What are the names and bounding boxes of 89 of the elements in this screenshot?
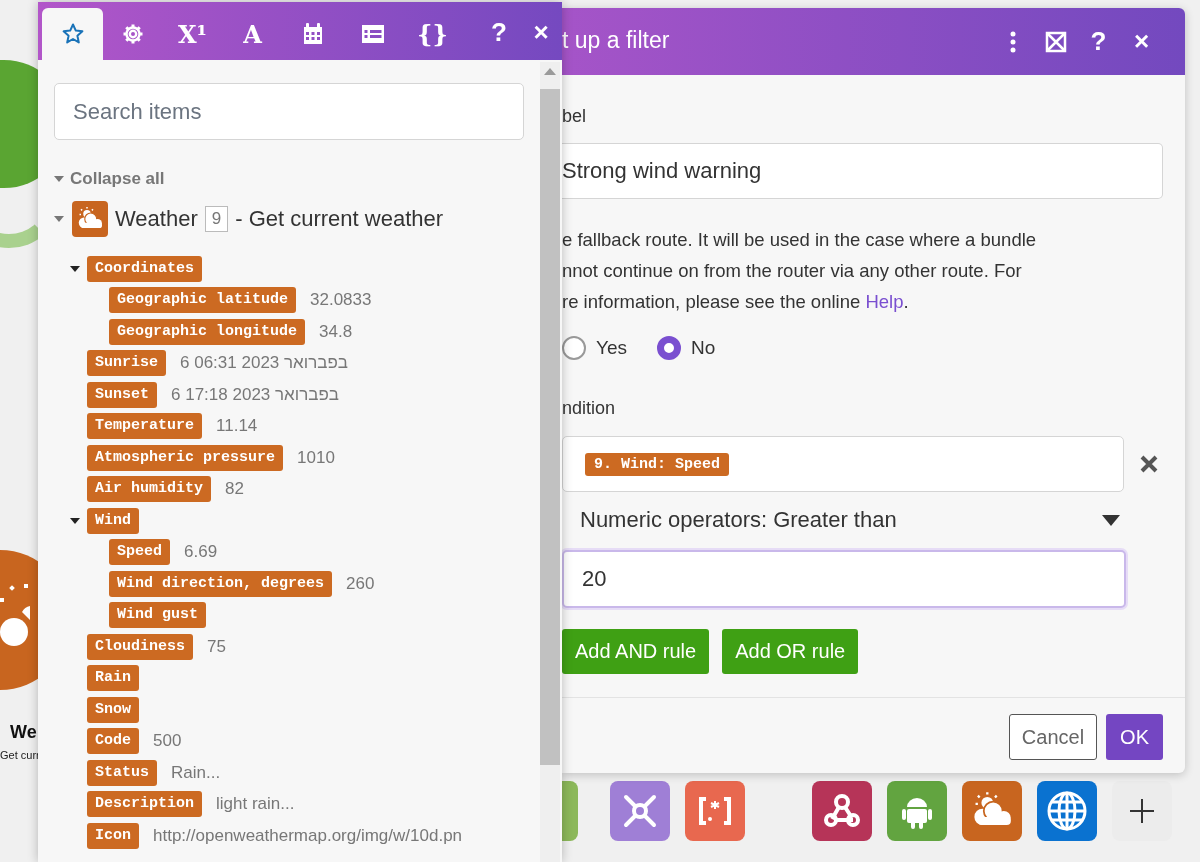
expand-icon — [1044, 30, 1067, 53]
expand-arrow-icon[interactable] — [70, 265, 80, 272]
field-tag[interactable]: Speed — [109, 539, 170, 566]
field-value: 260 — [346, 573, 375, 594]
field-value: 82 — [225, 479, 244, 500]
module-number: 9 — [204, 206, 229, 232]
field-tag[interactable]: Geographic longitude — [109, 318, 306, 345]
field-tag[interactable]: 9. Wind: Speed — [585, 452, 730, 476]
field-label: bel — [562, 106, 588, 128]
android-tile[interactable] — [887, 781, 947, 841]
field-tag[interactable]: Geographic latitude — [109, 287, 297, 314]
label-field[interactable]: Strong wind warning — [562, 143, 1163, 199]
add-tile[interactable] — [1112, 781, 1172, 841]
tab[interactable] — [42, 8, 103, 60]
field-value: light rain... — [216, 794, 295, 815]
plus-icon — [1129, 798, 1155, 824]
field-tag[interactable]: Sunrise — [87, 350, 166, 377]
close-button[interactable]: × — [520, 17, 562, 48]
add-rule-button[interactable]: Add OR rule — [722, 629, 859, 674]
field-tag[interactable]: Sunset — [87, 381, 157, 408]
field-tag[interactable]: Status — [87, 759, 157, 786]
field-value: 6 בפברואר 2023 06:31 — [180, 353, 348, 374]
radio-button[interactable] — [657, 336, 681, 360]
calendar-icon — [301, 22, 324, 46]
field-tag[interactable]: Wind direction, degrees — [109, 570, 333, 597]
brackets-icon — [697, 796, 733, 826]
weather-tile[interactable] — [962, 781, 1022, 841]
ok-button[interactable]: OK — [1106, 714, 1163, 760]
field-value: Rain... — [171, 762, 221, 783]
field-value: 6 בפברואר 2023 17:18 — [171, 384, 339, 405]
dialog-title: t up a filter — [562, 27, 670, 54]
field-value: 75 — [207, 636, 226, 657]
tab[interactable]: A — [222, 8, 283, 60]
close-button[interactable]: × — [1120, 26, 1163, 57]
field-value: 1010 — [297, 447, 335, 468]
field-tag[interactable]: Snow — [87, 696, 139, 723]
add-rule-button[interactable]: Add AND rule — [562, 629, 710, 674]
field-value: 11.14 — [216, 416, 258, 437]
help-button[interactable]: ? — [1077, 26, 1120, 57]
field-value: 6.69 — [184, 542, 218, 563]
field-tag[interactable]: Atmospheric pressure — [87, 444, 284, 471]
help-button[interactable]: ? — [478, 17, 520, 48]
expand-arrow-icon[interactable] — [70, 517, 80, 524]
field-value: http://openweathermap.org/img/w/10d.pn — [153, 825, 463, 846]
radio-label: Yes — [596, 337, 627, 359]
field-tag[interactable]: Air humidity — [87, 476, 212, 503]
star-icon — [60, 22, 85, 46]
node-subtitle: Get curr — [0, 749, 40, 761]
kebab-icon — [1009, 30, 1016, 53]
table-icon — [360, 23, 385, 45]
tools-tile[interactable] — [610, 781, 670, 841]
radio-button[interactable] — [562, 336, 586, 360]
field-label: ndition — [562, 398, 617, 420]
field-tag[interactable]: Cloudiness — [87, 633, 193, 660]
collapse-all-link[interactable]: Collapse all — [70, 169, 165, 189]
node-title: We — [10, 722, 37, 743]
value-field[interactable]: 20 — [562, 550, 1126, 608]
field-tag[interactable]: Rain — [87, 665, 139, 692]
webhook-tile[interactable] — [812, 781, 872, 841]
module-name: Weather — [115, 206, 198, 232]
cancel-button[interactable]: Cancel — [1008, 714, 1098, 760]
scrollbar[interactable] — [540, 62, 560, 862]
tab[interactable]: X¹ — [162, 8, 223, 60]
module-description: - Get current weather — [235, 206, 444, 232]
fallback-description: e fallback route. It will be used in the case where a bundle nnot continue on from the router via any other route. For re information, please see the online Help. — [562, 228, 1038, 314]
field-value: 34.8 — [319, 321, 353, 342]
regex-tile[interactable] — [685, 781, 745, 841]
caret-icon — [1102, 514, 1120, 526]
field-tag[interactable]: Coordinates — [87, 255, 203, 282]
field-tag[interactable]: Temperature — [87, 413, 203, 440]
operator-dropdown[interactable]: Numeric operators: Greater than — [562, 492, 1120, 548]
module-node[interactable] — [0, 60, 38, 188]
radio-label: No — [691, 337, 716, 359]
help-link[interactable]: Help — [865, 291, 904, 312]
field-value: 32.0833 — [310, 290, 372, 311]
app-tile[interactable] — [562, 781, 578, 841]
field-tag[interactable]: Icon — [87, 822, 139, 849]
tab[interactable]: {} — [402, 8, 463, 60]
field-tag[interactable]: Code — [87, 728, 139, 755]
search-field[interactable]: Search items — [54, 83, 524, 140]
remove-icon[interactable] — [1139, 454, 1159, 474]
globe-icon — [1045, 789, 1089, 833]
condition-field[interactable]: 9. Wind: Speed — [562, 436, 1124, 492]
field-tag[interactable]: Wind — [87, 507, 139, 534]
field-tag[interactable]: Wind gust — [109, 602, 206, 629]
weather-node[interactable] — [0, 550, 38, 690]
http-tile[interactable] — [1037, 781, 1097, 841]
field-tag[interactable]: Description — [87, 791, 203, 818]
field-value: 500 — [153, 731, 182, 752]
